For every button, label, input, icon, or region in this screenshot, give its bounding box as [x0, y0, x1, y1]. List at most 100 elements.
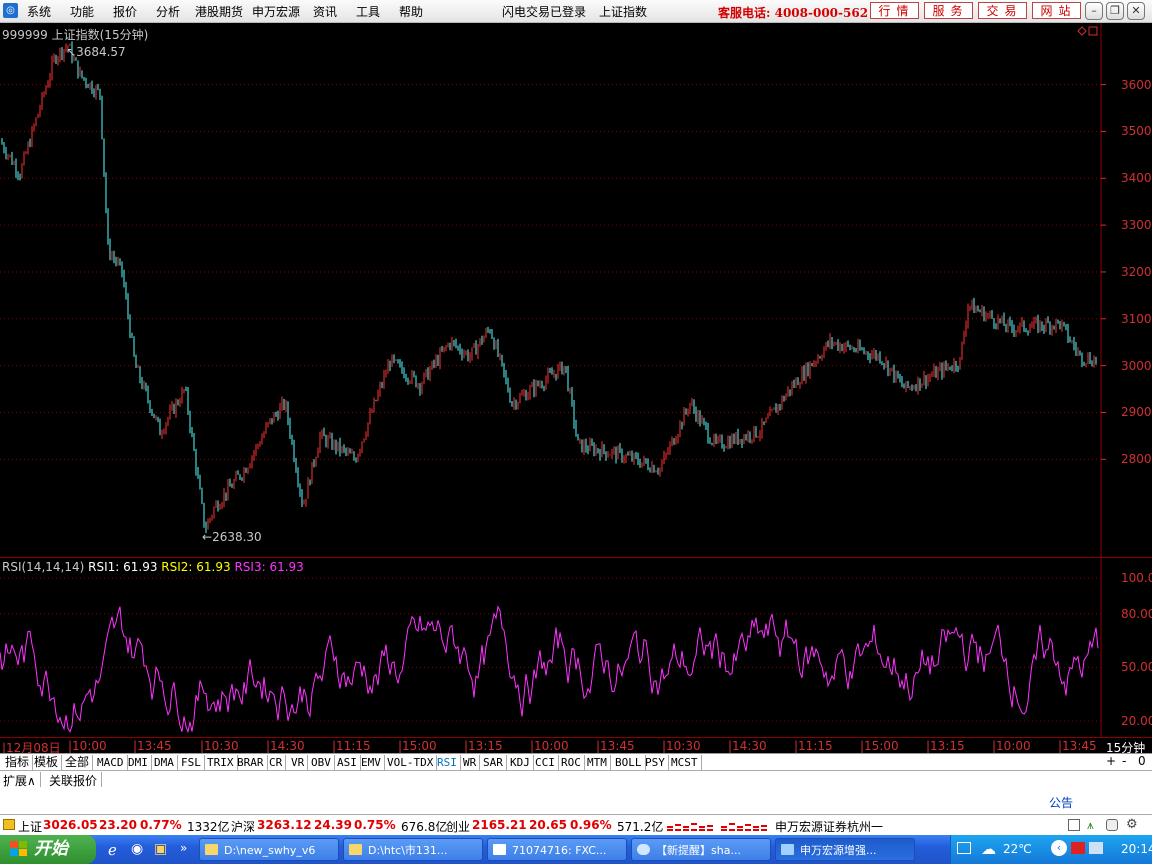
minimize-icon[interactable]: –: [1085, 2, 1103, 20]
app-logo-icon[interactable]: ◎: [3, 3, 18, 18]
indicator-tab-obv[interactable]: OBV: [308, 755, 335, 770]
indicator-tab-mtm[interactable]: MTM: [584, 755, 611, 770]
menu-system[interactable]: 系统: [27, 3, 51, 20]
trade-button[interactable]: 交易: [978, 2, 1027, 19]
folder-icon[interactable]: [3, 819, 15, 830]
menu-function[interactable]: 功能: [70, 3, 94, 20]
notice-bar: 公告: [0, 787, 1152, 814]
antivirus-icon[interactable]: [1071, 842, 1085, 854]
low-price-label: ←2638.30: [202, 530, 262, 544]
x-axis-tick: |11:15: [332, 739, 371, 753]
menu-quote[interactable]: 报价: [113, 3, 137, 20]
website-button[interactable]: 网站: [1032, 2, 1081, 19]
settings-icon[interactable]: ⚙: [1126, 817, 1138, 832]
indicator-tab-vol-tdx[interactable]: VOL-TDX: [384, 755, 438, 770]
signal-icon: ⩚: [1087, 818, 1094, 832]
indicator-tab-mcst[interactable]: MCST: [668, 755, 702, 770]
indicator-tab-cr[interactable]: CR: [266, 755, 287, 770]
network-icon[interactable]: [1089, 842, 1103, 854]
market-button[interactable]: 行情: [870, 2, 919, 19]
x-axis-tick: |10:00: [530, 739, 569, 753]
x-axis-tick: |10:30: [200, 739, 239, 753]
indicator-tab-wr[interactable]: WR: [460, 755, 481, 770]
indicator-tab-kdj[interactable]: KDJ: [507, 755, 534, 770]
indicator-tab-vr[interactable]: VR: [288, 755, 309, 770]
price-chart-title: 999999 上证指数(15分钟): [2, 28, 149, 42]
price-y-tick: 3300: [1121, 218, 1152, 233]
windows-logo-icon: [10, 841, 28, 857]
indicator-tab-fsl[interactable]: FSL: [178, 755, 205, 770]
hs-change: 24.39: [314, 818, 352, 832]
ie-icon[interactable]: ℯ: [108, 841, 117, 859]
indicator-tab-macd[interactable]: MACD: [94, 755, 128, 770]
reset-button[interactable]: 0: [1138, 754, 1146, 768]
quicklaunch-icon[interactable]: ◉: [131, 841, 143, 857]
restore-icon[interactable]: ❐: [1106, 2, 1124, 20]
cy-change: 20.65: [529, 818, 567, 832]
service-button[interactable]: 服务: [924, 2, 973, 19]
indicator-tab-trix[interactable]: TRIX: [204, 755, 238, 770]
task-htc-folder[interactable]: D:\htc\市131...: [343, 838, 483, 861]
x-axis-tick: |15:00: [398, 739, 437, 753]
keyboard-icon[interactable]: [957, 842, 971, 854]
zoom-in-button[interactable]: +: [1106, 754, 1116, 768]
indicator-tab-boll[interactable]: BOLL: [612, 755, 646, 770]
sh-amount: 1332亿: [187, 820, 230, 834]
notice-link[interactable]: 公告: [1049, 794, 1073, 811]
price-y-tick: 2800: [1121, 452, 1152, 467]
menu-news[interactable]: 资讯: [313, 3, 337, 20]
lock-icon[interactable]: [1106, 819, 1118, 831]
indicator-tab-指标[interactable]: 指标: [2, 755, 34, 770]
start-button[interactable]: 开始: [0, 835, 96, 864]
folder-icon: [349, 844, 362, 855]
indicator-tab-emv[interactable]: EMV: [358, 755, 385, 770]
indicator-tab-brar[interactable]: BRAR: [234, 755, 268, 770]
price-y-tick: 3600: [1121, 77, 1152, 92]
extension-bar: 扩展∧ 关联报价: [0, 770, 1152, 789]
indicator-tab-rsi[interactable]: RSI: [434, 755, 461, 770]
task-swhy-app[interactable]: 申万宏源增强...: [775, 838, 915, 861]
indicator-tab-全部[interactable]: 全部: [62, 755, 94, 770]
task-browser[interactable]: 【新提醒】sha...: [631, 838, 771, 861]
menu-hk-futures[interactable]: 港股期货: [195, 3, 243, 20]
task-chat[interactable]: 71074716: FXC...: [487, 838, 627, 861]
current-index-name: 上证指数: [599, 5, 648, 19]
price-y-tick: 3000: [1121, 358, 1152, 373]
broker-name: 申万宏源证券杭州一: [775, 820, 884, 834]
app-icon: [781, 844, 794, 855]
more-quicklaunch-icon[interactable]: »: [180, 841, 187, 855]
indicator-tab-asi[interactable]: ASI: [334, 755, 361, 770]
indicator-tab-sar[interactable]: SAR: [480, 755, 507, 770]
zoom-out-button[interactable]: -: [1122, 754, 1126, 768]
menu-help[interactable]: 帮助: [399, 3, 423, 20]
indicator-tab-dmi[interactable]: DMI: [125, 755, 152, 770]
indicator-tab-cci[interactable]: CCI: [532, 755, 559, 770]
tray-collapse-icon[interactable]: ‹: [1051, 840, 1067, 856]
menu-bar: ◎ 系统 功能 报价 分析 港股期货 申万宏源 资讯 工具 帮助 闪电交易已登录…: [0, 0, 1152, 23]
menu-analysis[interactable]: 分析: [156, 3, 180, 20]
sh-percent: 0.77%: [140, 818, 182, 832]
indicator-tab-roc[interactable]: ROC: [558, 755, 585, 770]
indicator-tab-psy[interactable]: PSY: [642, 755, 669, 770]
x-axis-tick: |15:00: [860, 739, 899, 753]
folder-icon: [205, 844, 218, 855]
hs-percent: 0.75%: [354, 818, 396, 832]
browser-icon: [637, 844, 650, 855]
media-icon[interactable]: ▣: [154, 841, 167, 857]
hs-value: 3263.12: [257, 818, 312, 832]
x-axis-tick: |11:15: [794, 739, 833, 753]
price-chart[interactable]: [0, 23, 1152, 558]
rsi-chart[interactable]: [0, 558, 1152, 738]
menu-swhy[interactable]: 申万宏源: [252, 3, 300, 20]
indicator-tab-bar: 指标 模板 全部 MACD DMI DMA FSL TRIX BRAR CR VR OBV ASI EMV…: [0, 753, 1152, 771]
menu-tools[interactable]: 工具: [356, 3, 380, 20]
x-axis-tick: |13:45: [596, 739, 635, 753]
task-new-swhy[interactable]: D:\new_swhy_v6: [199, 838, 339, 861]
indicator-tab-模板[interactable]: 模板: [31, 755, 63, 770]
price-y-tick: 3200: [1121, 264, 1152, 279]
indicator-tab-dma[interactable]: DMA: [151, 755, 178, 770]
x-axis-tick: |13:45: [1058, 739, 1097, 753]
rsi3-value: RSI3: 61.93: [234, 560, 304, 574]
window-icon[interactable]: [1068, 819, 1080, 831]
close-icon[interactable]: ✕: [1127, 2, 1145, 20]
